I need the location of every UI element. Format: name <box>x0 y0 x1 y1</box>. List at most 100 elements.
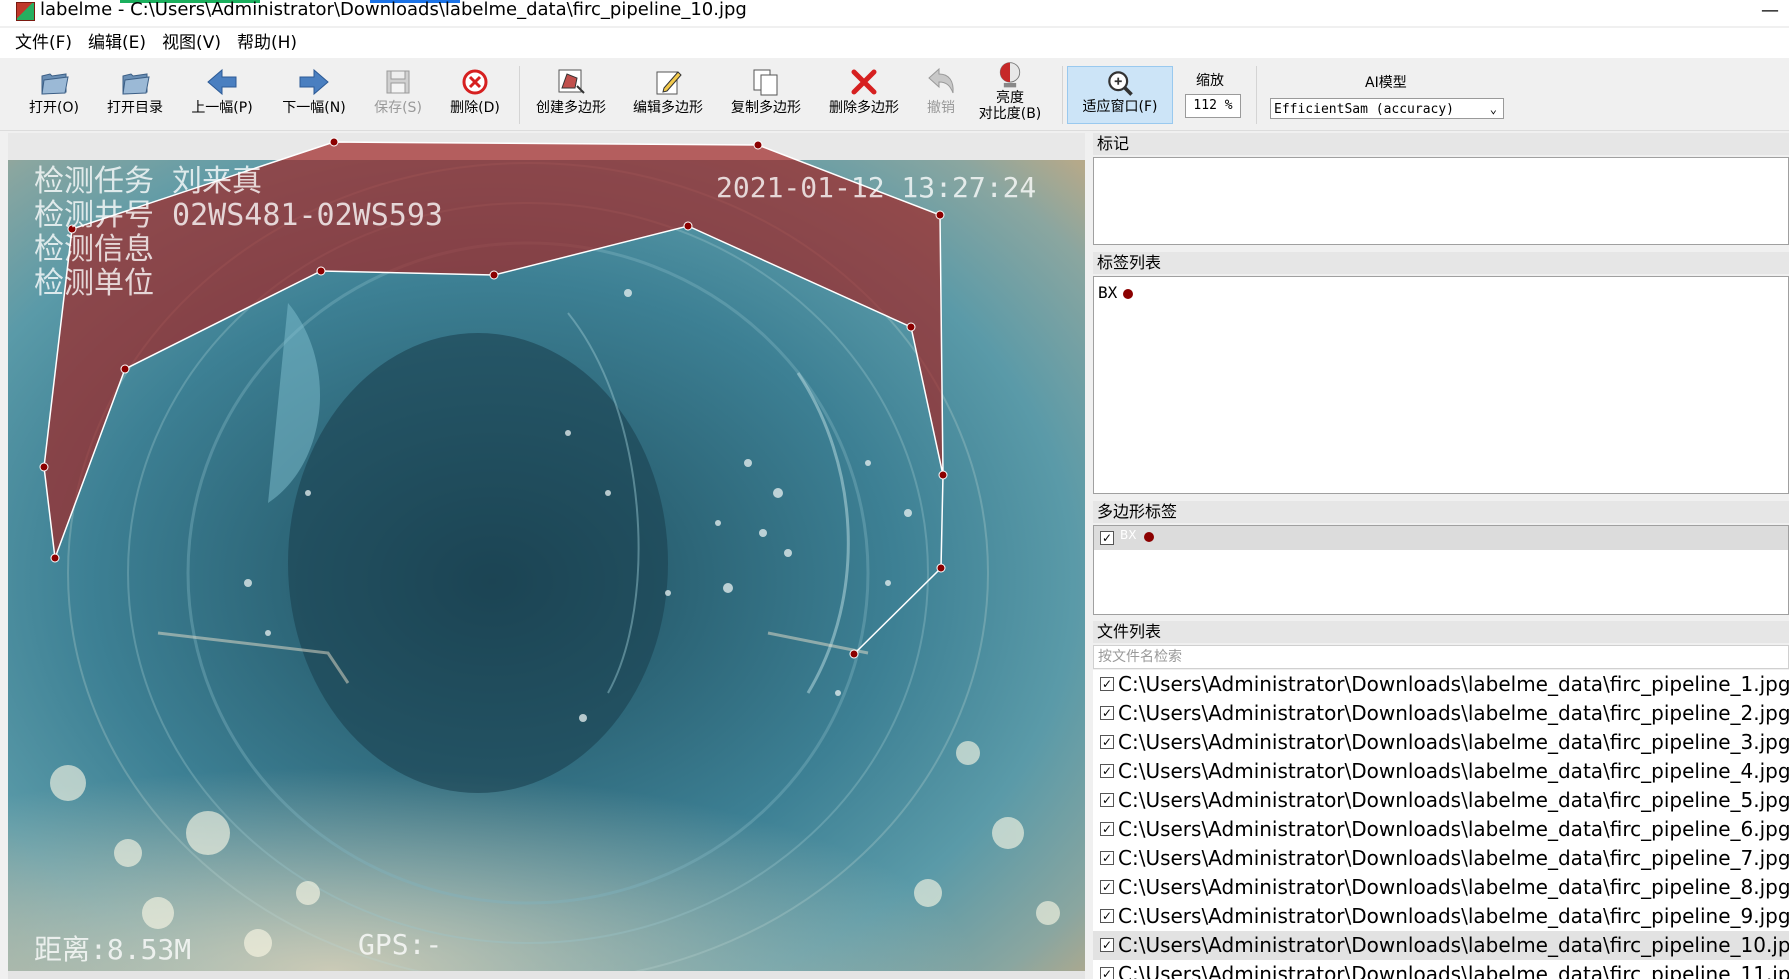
osd-line-info: 检测信息 <box>34 232 154 267</box>
file-name: C:\Users\Administrator\Downloads\labelme… <box>1118 904 1789 928</box>
brightness-label-line1: 亮度 <box>996 90 1024 106</box>
minimize-button[interactable]: — <box>1761 0 1779 21</box>
zoom-input[interactable]: 112 % <box>1185 94 1241 118</box>
file-checkbox[interactable]: ✓ <box>1100 793 1114 807</box>
zoom-label: 缩放 <box>1196 73 1224 89</box>
prev-image-label: 上一幅(P) <box>191 100 253 116</box>
file-list-item[interactable]: ✓ C:\Users\Administrator\Downloads\labelm… <box>1093 873 1789 902</box>
file-checkbox[interactable]: ✓ <box>1100 938 1114 952</box>
menu-bar: 文件(F) 编辑(E) 视图(V) 帮助(H) <box>0 28 1789 58</box>
label-name: BX <box>1098 283 1118 302</box>
undo-label: 撤销 <box>927 100 955 116</box>
file-checkbox[interactable]: ✓ <box>1100 822 1114 836</box>
file-checkbox[interactable]: ✓ <box>1100 677 1114 691</box>
osd-line-unit: 检测单位 <box>34 266 154 301</box>
file-list-item[interactable]: ✓ C:\Users\Administrator\Downloads\labelm… <box>1093 699 1789 728</box>
flags-panel-title: 标记 <box>1093 133 1789 155</box>
create-polygon-icon <box>558 69 585 94</box>
file-checkbox[interactable]: ✓ <box>1100 880 1114 894</box>
window-title: labelme - C:\Users\Administrator\Downloa… <box>40 0 747 20</box>
polygon-labels-panel-title: 多边形标签 <box>1093 501 1789 523</box>
file-list-item[interactable]: ✓ C:\Users\Administrator\Downloads\labelm… <box>1093 902 1789 931</box>
label-list-item[interactable]: BX <box>1098 283 1134 302</box>
save-disk-icon <box>386 70 410 94</box>
open-dir-button[interactable]: 打开目录 <box>100 64 170 126</box>
pipe-image <box>8 137 1085 971</box>
open-dir-label: 打开目录 <box>107 100 163 116</box>
file-list-item[interactable]: ✓ C:\Users\Administrator\Downloads\labelm… <box>1093 844 1789 873</box>
delete-polygon-button[interactable]: 删除多边形 <box>823 64 905 126</box>
file-checkbox[interactable]: ✓ <box>1100 967 1114 979</box>
polygon-labels-panel: ✓ BX <box>1093 525 1789 615</box>
save-label: 保存(S) <box>374 100 422 116</box>
file-list-item[interactable]: ✓ C:\Users\Administrator\Downloads\labelm… <box>1093 960 1789 979</box>
open-button[interactable]: 打开(O) <box>22 64 86 126</box>
undo-arrow-icon <box>928 67 954 94</box>
delete-file-button[interactable]: 删除(D) <box>442 64 508 126</box>
chevron-down-icon: ⌄ <box>1489 102 1497 116</box>
image-canvas[interactable]: 检测任务 刘来真 检测井号 02WS481-02WS593 检测信息 检测单位 … <box>8 133 1085 971</box>
menu-edit[interactable]: 编辑(E) <box>80 28 154 58</box>
save-button[interactable]: 保存(S) <box>368 64 428 126</box>
toolbar-separator <box>1256 66 1257 124</box>
file-name: C:\Users\Administrator\Downloads\labelme… <box>1118 759 1789 783</box>
menu-help[interactable]: 帮助(H) <box>229 28 305 58</box>
polygon-label-name: BX <box>1120 528 1137 542</box>
undo-button[interactable]: 撤销 <box>918 64 964 126</box>
edit-pencil-icon <box>656 71 682 95</box>
ai-model-select[interactable]: EfficientSam (accuracy) ⌄ <box>1270 98 1504 119</box>
create-polygon-label: 创建多边形 <box>536 100 606 116</box>
file-checkbox[interactable]: ✓ <box>1100 764 1114 778</box>
folder-open-icon <box>122 73 150 95</box>
next-image-label: 下一幅(N) <box>282 100 346 116</box>
file-name: C:\Users\Administrator\Downloads\labelme… <box>1118 672 1789 696</box>
osd-timestamp: 2021-01-12 13:27:24 <box>716 171 1037 204</box>
file-list-item[interactable]: ✓ C:\Users\Administrator\Downloads\labelm… <box>1093 815 1789 844</box>
file-name: C:\Users\Administrator\Downloads\labelme… <box>1118 701 1789 725</box>
menu-view[interactable]: 视图(V) <box>154 28 229 58</box>
delete-file-label: 删除(D) <box>450 100 500 116</box>
labelme-app-icon <box>16 2 35 21</box>
file-name: C:\Users\Administrator\Downloads\labelme… <box>1118 846 1789 870</box>
canvas-horizontal-scrollbar[interactable] <box>8 971 1085 979</box>
flags-panel <box>1093 157 1789 245</box>
file-list: ✓ C:\Users\Administrator\Downloads\labelm… <box>1093 670 1789 979</box>
toolbar-separator <box>1062 66 1063 124</box>
file-list-item[interactable]: ✓ C:\Users\Administrator\Downloads\labelm… <box>1093 786 1789 815</box>
label-color-dot <box>1123 288 1134 299</box>
delete-circle-icon <box>462 69 488 95</box>
file-name: C:\Users\Administrator\Downloads\labelme… <box>1118 730 1789 754</box>
file-list-item-selected[interactable]: ✓ C:\Users\Administrator\Downloads\labelm… <box>1093 931 1789 960</box>
arrow-right-icon <box>299 68 329 96</box>
brightness-label-line2: 对比度(B) <box>978 106 1042 122</box>
ai-model-value: EfficientSam (accuracy) <box>1274 102 1455 117</box>
polygon-label-item[interactable]: ✓ BX <box>1094 526 1788 550</box>
arrow-left-icon <box>207 68 237 96</box>
fit-window-button[interactable]: 适应窗口(F) <box>1067 66 1173 124</box>
prev-image-button[interactable]: 上一幅(P) <box>184 64 260 126</box>
file-list-panel-title: 文件列表 <box>1093 621 1789 643</box>
file-checkbox[interactable]: ✓ <box>1100 909 1114 923</box>
file-checkbox[interactable]: ✓ <box>1100 706 1114 720</box>
toolbar-separator <box>519 66 520 124</box>
osd-line-task: 检测任务 刘来真 <box>34 164 263 199</box>
edit-polygon-button[interactable]: 编辑多边形 <box>627 64 709 126</box>
osd-gps: GPS:- <box>358 928 443 961</box>
brightness-icon <box>999 62 1021 88</box>
copy-polygon-button[interactable]: 复制多边形 <box>725 64 807 126</box>
file-search-input[interactable]: 按文件名检索 <box>1093 645 1789 669</box>
file-list-item[interactable]: ✓ C:\Users\Administrator\Downloads\labelm… <box>1093 757 1789 786</box>
menu-file[interactable]: 文件(F) <box>7 28 80 58</box>
osd-line-well: 检测井号 02WS481-02WS593 <box>34 198 443 233</box>
file-checkbox[interactable]: ✓ <box>1100 851 1114 865</box>
file-list-item[interactable]: ✓ C:\Users\Administrator\Downloads\labelm… <box>1093 728 1789 757</box>
polygon-color-dot <box>1144 532 1154 542</box>
file-checkbox[interactable]: ✓ <box>1100 735 1114 749</box>
file-list-item[interactable]: ✓ C:\Users\Administrator\Downloads\labelm… <box>1093 670 1789 699</box>
next-image-button[interactable]: 下一幅(N) <box>276 64 352 126</box>
toolbar: 打开(O) 打开目录 上一幅(P) 下一幅(N) 保存(S) 删除(D) 创建多… <box>0 60 1789 131</box>
file-name: C:\Users\Administrator\Downloads\labelme… <box>1118 788 1789 812</box>
polygon-visibility-checkbox[interactable]: ✓ <box>1100 531 1114 545</box>
create-polygon-button[interactable]: 创建多边形 <box>530 64 612 126</box>
brightness-contrast-button[interactable]: 亮度 对比度(B) <box>975 60 1045 122</box>
